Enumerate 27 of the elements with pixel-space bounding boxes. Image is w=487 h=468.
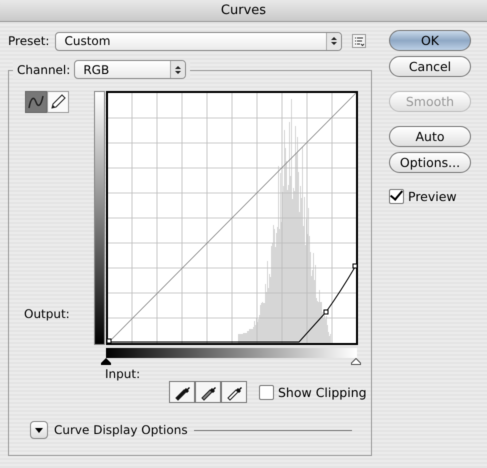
dialog-button[interactable]: Auto bbox=[389, 126, 471, 147]
output-label: Output: bbox=[24, 307, 71, 321]
slider-handle[interactable] bbox=[351, 358, 361, 365]
show-clipping-label: Show Clipping bbox=[278, 384, 367, 400]
stepper-icon bbox=[326, 32, 342, 50]
slider-handle[interactable] bbox=[101, 358, 111, 365]
curve-tool-icon[interactable] bbox=[25, 91, 47, 113]
eyedropper-icon[interactable] bbox=[221, 381, 247, 403]
window-title: Curves bbox=[220, 3, 266, 18]
preview-label: Preview bbox=[408, 189, 457, 204]
dialog-button[interactable]: Cancel bbox=[389, 56, 471, 77]
input-label: Input: bbox=[105, 367, 142, 381]
eyedropper-icon[interactable] bbox=[169, 381, 195, 403]
curve-graph-drawing[interactable] bbox=[106, 91, 358, 345]
dialog-button[interactable]: Options... bbox=[389, 152, 471, 173]
disclosure-button[interactable] bbox=[30, 421, 48, 439]
preset-label: Preset: bbox=[8, 34, 50, 48]
pencil-tool-icon[interactable] bbox=[47, 91, 69, 113]
channel-label: Channel: bbox=[17, 62, 70, 76]
show-clipping-checkbox[interactable] bbox=[259, 384, 274, 400]
curve-display-options-label: Curve Display Options bbox=[54, 423, 188, 437]
list-menu-icon[interactable] bbox=[352, 34, 366, 48]
channel-dropdown[interactable]: RGB bbox=[74, 60, 186, 79]
preset-dropdown[interactable]: Custom bbox=[55, 32, 342, 50]
preview-checkbox[interactable] bbox=[389, 189, 404, 204]
dialog-button[interactable]: OK bbox=[389, 30, 471, 51]
eyedropper-icon[interactable] bbox=[195, 381, 221, 403]
